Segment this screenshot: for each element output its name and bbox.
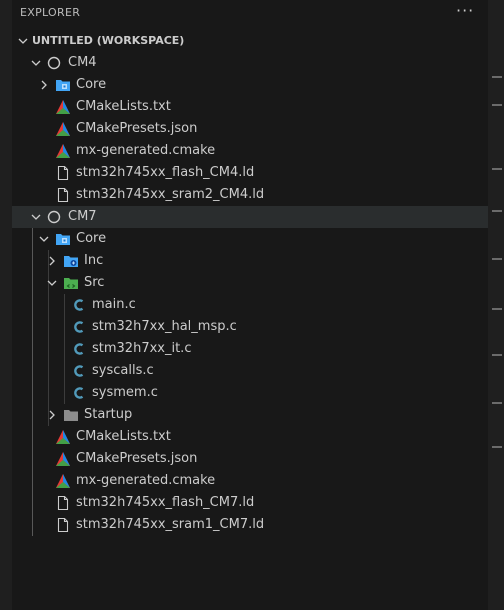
tree-item-core[interactable]: Core xyxy=(12,228,488,250)
tree-item-cm4[interactable]: CM4 xyxy=(12,52,488,74)
root-folder-icon xyxy=(46,209,62,225)
tree-item-label: CMakePresets.json xyxy=(76,121,198,136)
tree-item-file[interactable]: stm32h745xx_sram1_CM7.ld xyxy=(12,514,488,536)
tree-item-c-file[interactable]: syscalls.c xyxy=(12,360,488,382)
core-folder-icon xyxy=(55,77,71,93)
chevron-down-icon xyxy=(38,228,50,250)
cmake-icon xyxy=(55,121,71,137)
chevron-right-icon xyxy=(46,250,58,272)
tree-item-core[interactable]: Core xyxy=(12,74,488,96)
tree-item-file[interactable]: CMakePresets.json xyxy=(12,448,488,470)
tree-item-label: Core xyxy=(76,77,107,92)
tree-item-label: CMakeLists.txt xyxy=(76,99,171,114)
tree-item-label: stm32h745xx_sram1_CM7.ld xyxy=(76,517,265,532)
tree-item-file[interactable]: stm32h745xx_sram2_CM4.ld xyxy=(12,184,488,206)
editor-edge-mark xyxy=(492,258,502,260)
editor-edge-mark xyxy=(492,168,502,170)
cmake-icon xyxy=(55,99,71,115)
tree-item-label: stm32h745xx_flash_CM4.ld xyxy=(76,165,255,180)
src-folder-open-icon xyxy=(63,275,79,291)
more-actions-icon[interactable]: ··· xyxy=(456,1,474,20)
tree-item-label: sysmem.c xyxy=(92,385,158,400)
c-file-icon xyxy=(71,363,87,379)
explorer-title: EXPLORER xyxy=(20,6,81,19)
cmake-icon xyxy=(55,473,71,489)
tree-item-label: Startup xyxy=(84,407,133,422)
tree-item-label: Src xyxy=(84,275,105,290)
tree-item-file[interactable]: stm32h745xx_flash_CM7.ld xyxy=(12,492,488,514)
cmake-icon xyxy=(55,451,71,467)
tree-item-file[interactable]: CMakePresets.json xyxy=(12,118,488,140)
tree-item-label: CM7 xyxy=(68,209,97,224)
editor-edge-mark xyxy=(492,354,502,356)
tree-item-c-file[interactable]: main.c xyxy=(12,294,488,316)
file-icon xyxy=(55,517,71,533)
cmake-icon xyxy=(55,143,71,159)
c-file-icon xyxy=(71,341,87,357)
c-file-icon xyxy=(71,319,87,335)
c-file-icon xyxy=(71,297,87,313)
chevron-down-icon xyxy=(30,52,42,74)
editor-edge-mark xyxy=(492,76,502,78)
root-folder-icon xyxy=(46,55,62,71)
tree-item-inc[interactable]: Inc xyxy=(12,250,488,272)
tree-item-label: Inc xyxy=(84,253,104,268)
tree-item-label: CMakeLists.txt xyxy=(76,429,171,444)
editor-edge-strip xyxy=(488,0,504,610)
chevron-down-icon xyxy=(17,30,29,52)
file-icon xyxy=(55,495,71,511)
tree-item-label: stm32h7xx_hal_msp.c xyxy=(92,319,237,334)
tree-item-file[interactable]: CMakeLists.txt xyxy=(12,426,488,448)
left-edge-strip xyxy=(0,0,12,610)
core-folder-open-icon xyxy=(55,231,71,247)
include-folder-icon xyxy=(63,253,79,269)
tree-item-label: stm32h745xx_sram2_CM4.ld xyxy=(76,187,265,202)
c-file-icon xyxy=(71,385,87,401)
workspace-label: UNTITLED (WORKSPACE) xyxy=(32,34,185,47)
tree-item-file[interactable]: CMakeLists.txt xyxy=(12,96,488,118)
tree-item-label: stm32h7xx_it.c xyxy=(92,341,192,356)
editor-edge-mark xyxy=(492,446,502,448)
folder-icon xyxy=(63,407,79,423)
file-icon xyxy=(55,165,71,181)
tree-item-label: syscalls.c xyxy=(92,363,154,378)
tree-item-c-file[interactable]: stm32h7xx_it.c xyxy=(12,338,488,360)
tree-item-src[interactable]: Src xyxy=(12,272,488,294)
chevron-down-icon xyxy=(30,206,42,228)
tree-item-startup[interactable]: Startup xyxy=(12,404,488,426)
editor-edge-mark xyxy=(492,104,502,106)
editor-edge-mark xyxy=(492,308,502,310)
tree-item-file[interactable]: stm32h745xx_flash_CM4.ld xyxy=(12,162,488,184)
editor-edge-mark xyxy=(492,210,502,212)
tree-item-c-file[interactable]: stm32h7xx_hal_msp.c xyxy=(12,316,488,338)
editor-edge-mark xyxy=(492,402,502,404)
tree-item-label: CM4 xyxy=(68,55,97,70)
tree-item-file[interactable]: mx-generated.cmake xyxy=(12,140,488,162)
chevron-down-icon xyxy=(46,272,58,294)
tree-item-label: stm32h745xx_flash_CM7.ld xyxy=(76,495,255,510)
tree-item-label: main.c xyxy=(92,297,136,312)
chevron-right-icon xyxy=(38,74,50,96)
cmake-icon xyxy=(55,429,71,445)
tree-item-label: CMakePresets.json xyxy=(76,451,198,466)
workspace-section-header[interactable]: UNTITLED (WORKSPACE) xyxy=(12,30,488,52)
tree-item-file[interactable]: mx-generated.cmake xyxy=(12,470,488,492)
file-icon xyxy=(55,187,71,203)
tree-item-label: mx-generated.cmake xyxy=(76,143,216,158)
tree-item-c-file[interactable]: sysmem.c xyxy=(12,382,488,404)
chevron-right-icon xyxy=(46,404,58,426)
tree-item-cm7[interactable]: CM7 xyxy=(12,206,488,228)
tree-item-label: mx-generated.cmake xyxy=(76,473,216,488)
tree-item-label: Core xyxy=(76,231,107,246)
